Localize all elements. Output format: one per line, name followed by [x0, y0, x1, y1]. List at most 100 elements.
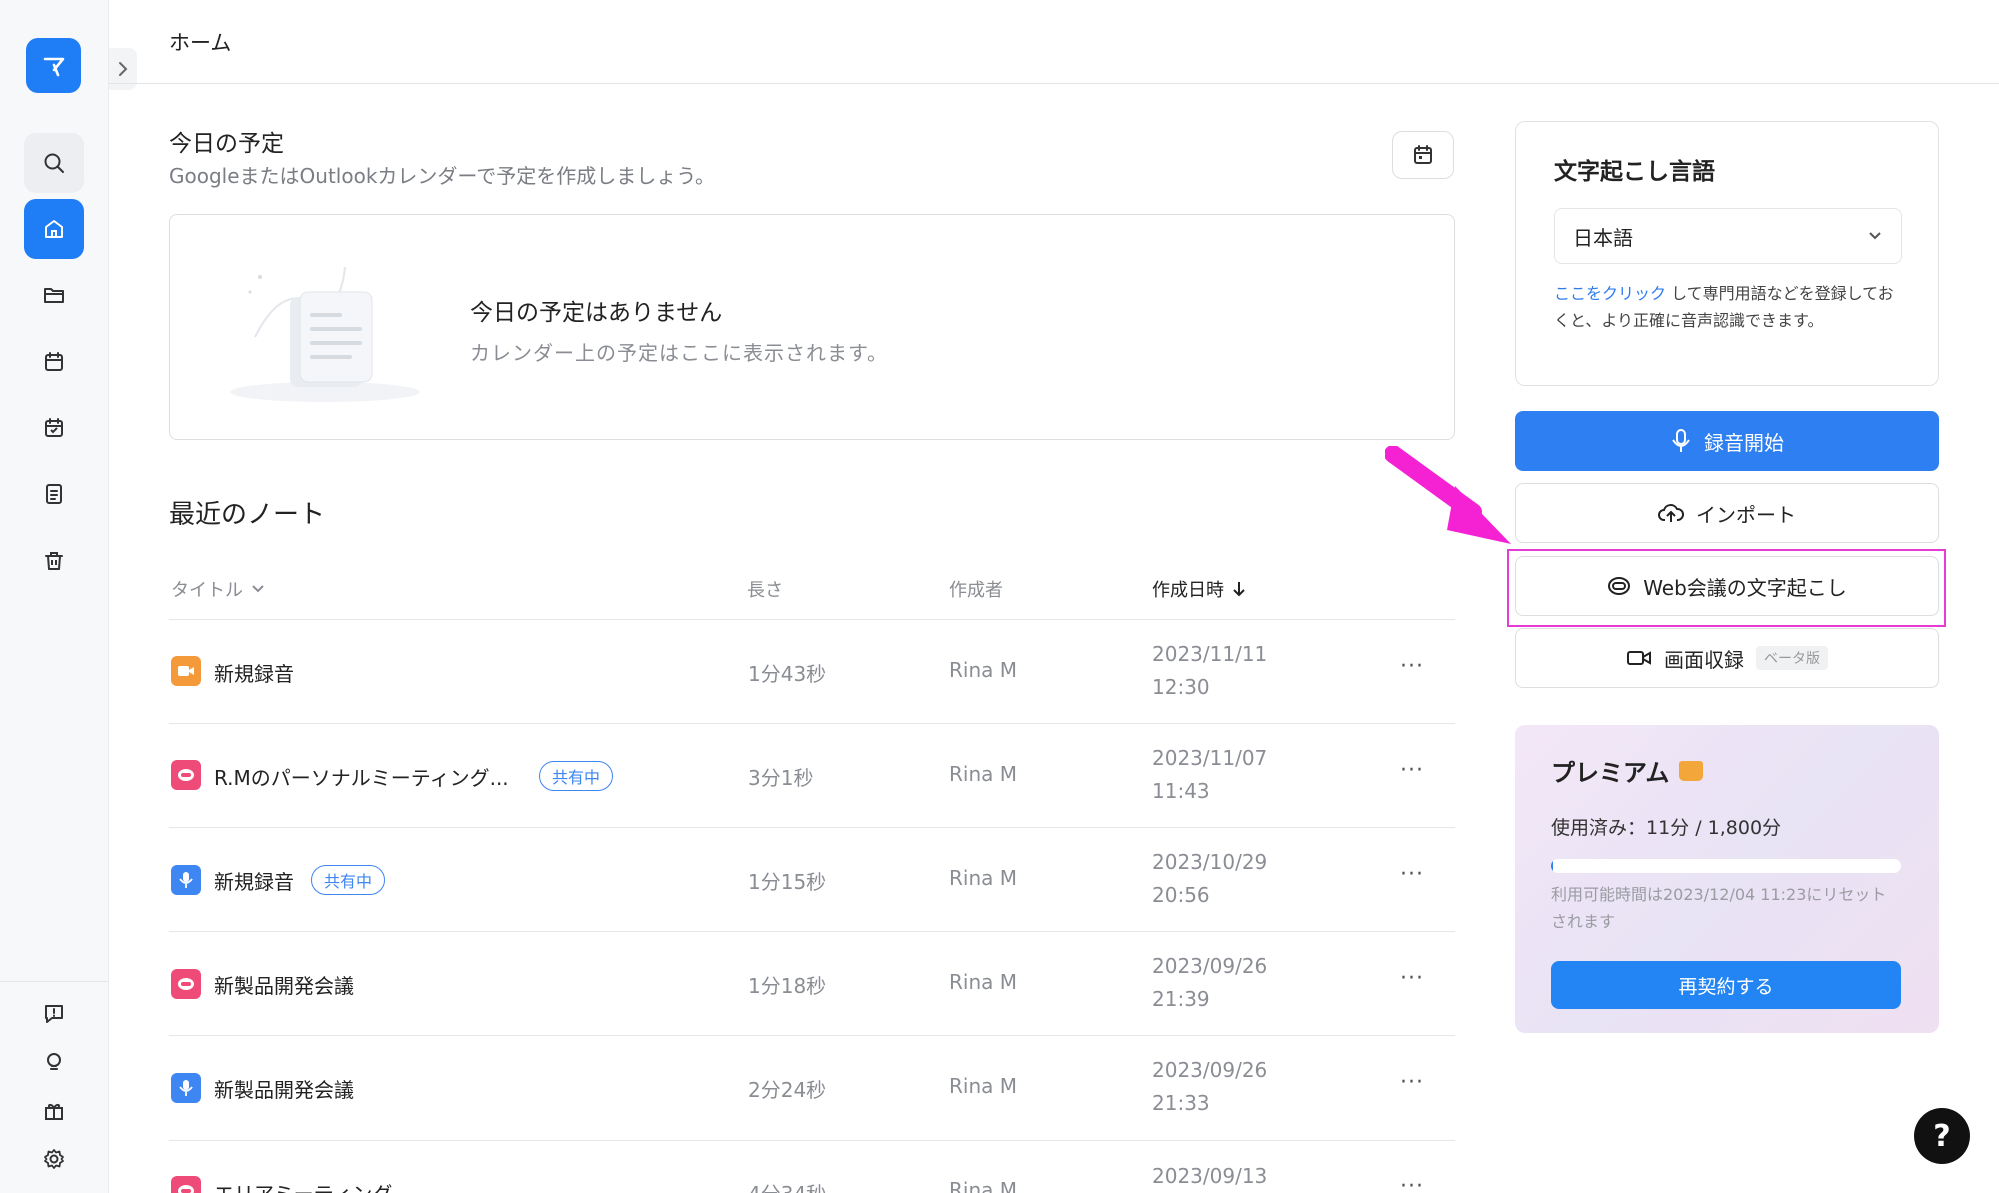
more-options-button[interactable]: ···: [1400, 862, 1424, 887]
note-title[interactable]: 新規録音: [214, 658, 294, 687]
note-created: 2023/11/11 12:30: [1152, 642, 1268, 699]
app-logo-icon: [43, 57, 64, 76]
start-recording-button[interactable]: 録音開始: [1515, 411, 1939, 471]
feedback-icon: [45, 1005, 63, 1023]
microphone-icon: [171, 865, 201, 895]
video-camera-icon: [1627, 651, 1651, 665]
note-title[interactable]: 新規録音: [214, 866, 294, 895]
more-options-button[interactable]: ···: [1400, 758, 1424, 783]
note-created: 2023/11/07 11:43: [1152, 746, 1268, 803]
note-created: 2023/09/13: [1152, 1164, 1268, 1188]
row-divider: [169, 1035, 1455, 1036]
language-selected-value: 日本語: [1573, 225, 1633, 250]
note-length: 1分15秒: [748, 870, 827, 894]
more-options-button[interactable]: ···: [1400, 1174, 1424, 1193]
transcription-language-card: 文字起こし言語 日本語 ここをクリック して専門用語などを登録しておくと、より正…: [1515, 121, 1939, 386]
sidebar-item-templates[interactable]: [24, 464, 84, 524]
recent-notes-title: 最近のノート: [169, 500, 326, 530]
note-created: 2023/09/26 21:39: [1152, 954, 1268, 1011]
search-icon: [44, 153, 64, 173]
gear-icon: [44, 1149, 64, 1169]
row-divider: [169, 931, 1455, 932]
empty-schedule-card: 今日の予定はありません カレンダー上の予定はここに表示されます。: [169, 214, 1455, 440]
meeting-bot-icon: [171, 760, 201, 790]
empty-schedule-subtitle: カレンダー上の予定はここに表示されます。: [470, 341, 888, 365]
sidebar-item-trash[interactable]: [24, 531, 84, 591]
sidebar: [0, 0, 109, 1193]
video-recording-icon: [171, 656, 201, 686]
note-length: 4分34秒: [748, 1178, 826, 1193]
note-author: Rina M: [949, 970, 1017, 994]
home-icon: [45, 220, 63, 238]
column-header-created[interactable]: 作成日時: [1152, 576, 1246, 602]
premium-card: プレミアム 使用済み：11分 / 1,800分 利用可能時間は2023/12/0…: [1515, 725, 1939, 1033]
sidebar-divider: [0, 981, 109, 982]
note-length: 3分1秒: [748, 766, 814, 790]
custom-vocabulary-note: ここをクリック して専門用語などを登録しておくと、より正確に音声認識できます。: [1554, 284, 1894, 330]
gift-icon: [45, 1104, 63, 1120]
calendar-icon: [1414, 145, 1432, 164]
help-button[interactable]: ?: [1914, 1108, 1970, 1164]
row-divider: [169, 723, 1455, 724]
trash-icon: [45, 552, 63, 570]
folder-icon: [44, 288, 64, 303]
sidebar-item-schedule[interactable]: [24, 398, 84, 458]
custom-vocabulary-link[interactable]: ここをクリック: [1554, 284, 1666, 303]
usage-text: 使用済み：11分 / 1,800分: [1551, 817, 1782, 839]
top-header: ホーム: [109, 0, 1999, 84]
column-header-length: 長さ: [747, 580, 783, 601]
row-divider: [169, 827, 1455, 828]
note-title[interactable]: R.Mのパーソナルミーティング...: [214, 762, 509, 791]
column-header-title[interactable]: タイトル: [171, 576, 265, 602]
reset-note: 利用可能時間は2023/12/04 11:23にリセットされます: [1551, 885, 1887, 931]
note-author: Rina M: [949, 658, 1017, 682]
sidebar-item-home[interactable]: [24, 199, 84, 259]
language-card-title: 文字起こし言語: [1554, 159, 1715, 185]
more-options-button[interactable]: ···: [1400, 1070, 1424, 1095]
note-created: 2023/09/26 21:33: [1152, 1058, 1268, 1115]
meeting-bot-icon: [171, 969, 201, 999]
table-header-divider: [169, 619, 1455, 620]
page-title: ホーム: [169, 31, 232, 55]
usage-progress-fill: [1551, 859, 1554, 873]
note-length: 1分18秒: [748, 974, 827, 998]
cloud-upload-icon: [1658, 504, 1684, 522]
premium-title: プレミアム: [1551, 753, 1704, 788]
more-options-button[interactable]: ···: [1400, 966, 1424, 991]
note-author: Rina M: [949, 762, 1017, 786]
note-length: 2分24秒: [748, 1078, 827, 1102]
meeting-bot-icon: [171, 1176, 201, 1193]
microphone-icon: [171, 1073, 201, 1103]
note-title[interactable]: 新製品開発会議: [214, 1074, 354, 1103]
note-author: Rina M: [949, 1074, 1017, 1098]
beta-badge: ベータ版: [1756, 646, 1828, 670]
renew-subscription-button[interactable]: 再契約する: [1551, 961, 1901, 1009]
note-title[interactable]: エリアミーティング: [214, 1178, 392, 1193]
chevron-down-icon: [1869, 232, 1881, 240]
import-button[interactable]: インポート: [1515, 483, 1939, 543]
note-author: Rina M: [949, 866, 1017, 890]
note-author: Rina M: [949, 1178, 1017, 1193]
calendar-icon: [45, 352, 63, 371]
app-logo[interactable]: [26, 38, 81, 93]
schedule-subtitle: GoogleまたはOutlookカレンダーで予定を作成しましょう。: [169, 164, 715, 188]
document-icon: [46, 484, 62, 504]
shared-badge: 共有中: [539, 761, 614, 791]
empty-schedule-illustration: [230, 266, 420, 402]
sidebar-settings-button[interactable]: [24, 1129, 84, 1189]
note-title[interactable]: 新製品開発会議: [214, 970, 354, 999]
sidebar-item-folders[interactable]: [24, 265, 84, 325]
microphone-icon: [1672, 429, 1690, 452]
sidebar-item-calendar[interactable]: [24, 332, 84, 392]
note-length: 1分43秒: [748, 662, 827, 686]
calendar-check-icon: [45, 418, 63, 437]
more-options-button[interactable]: ···: [1400, 654, 1424, 679]
usage-progress-bar: [1551, 859, 1901, 873]
calendar-connect-button[interactable]: [1392, 131, 1454, 179]
language-select[interactable]: 日本語: [1554, 208, 1902, 264]
annotation-highlight-box: [1507, 549, 1946, 627]
screen-recording-button[interactable]: 画面収録 ベータ版: [1515, 628, 1939, 688]
sidebar-search-button[interactable]: [24, 133, 84, 193]
empty-schedule-title: 今日の予定はありません: [470, 300, 723, 326]
lightbulb-icon: [47, 1053, 61, 1070]
